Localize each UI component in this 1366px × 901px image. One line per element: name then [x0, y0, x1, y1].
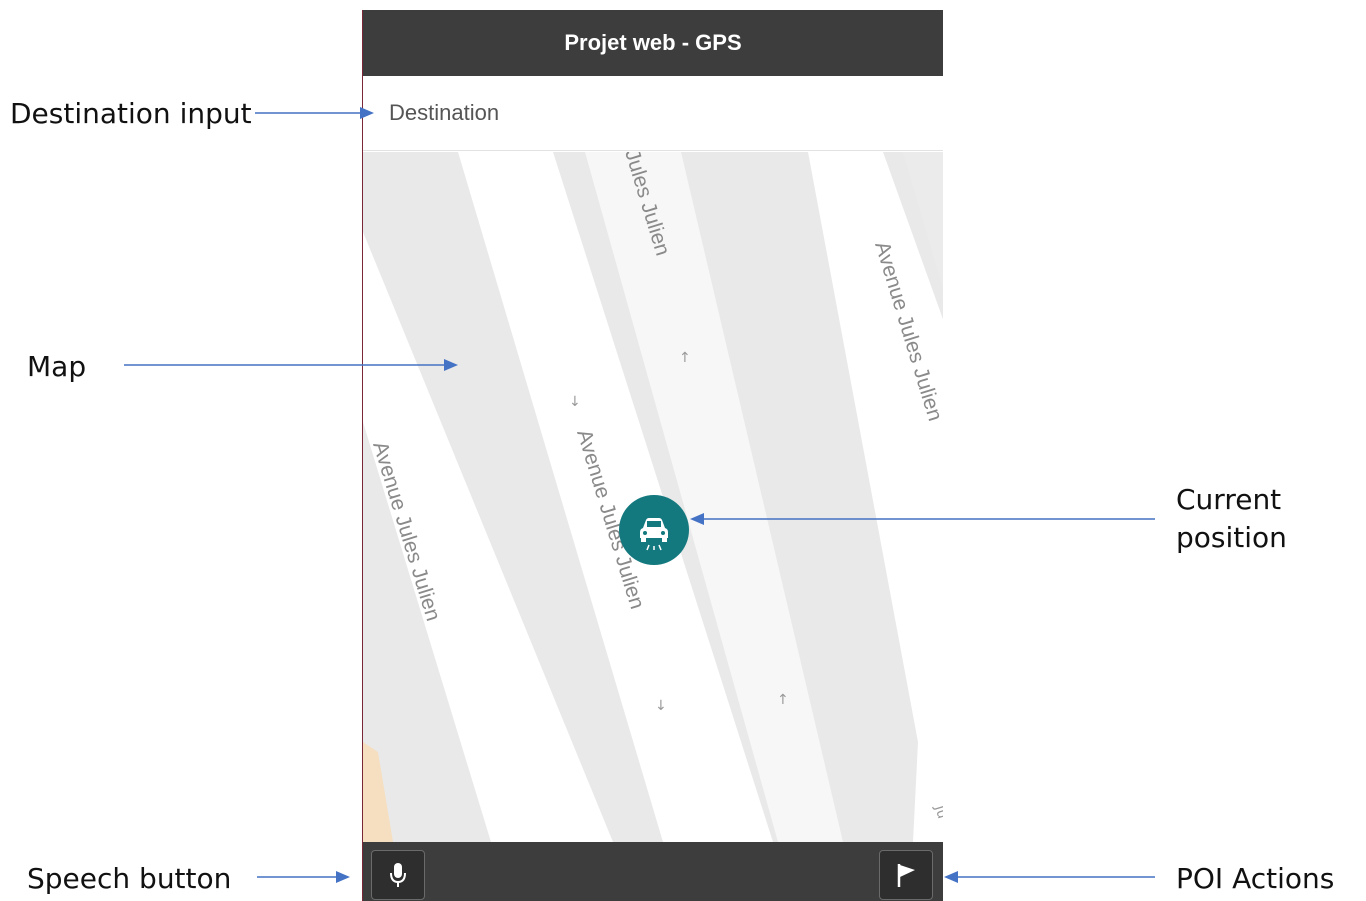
oneway-arrow: ↑ [777, 692, 789, 708]
bottom-toolbar [363, 842, 943, 901]
arrow-head [336, 871, 350, 883]
oneway-arrow: ↓ [569, 394, 581, 410]
screenshot-stage: Projet web - GPS Jules Julien Avenue Jul… [0, 0, 1366, 901]
app-title-bar: Projet web - GPS [363, 10, 943, 76]
map-sand-area [363, 742, 393, 842]
annotation-map: Map [27, 350, 87, 383]
destination-input[interactable] [389, 96, 919, 130]
oneway-arrow: ↓ [655, 698, 667, 714]
annotation-destination-input: Destination input [10, 97, 252, 130]
map[interactable]: Jules Julien Avenue Jules Julien Avenue … [363, 152, 943, 842]
current-position-marker[interactable] [619, 495, 689, 565]
annotation-poi-actions: POI Actions [1176, 862, 1335, 895]
app-title: Projet web - GPS [564, 30, 742, 55]
speech-button[interactable] [371, 850, 425, 900]
gps-app: Projet web - GPS Jules Julien Avenue Jul… [362, 10, 943, 901]
arrow-head [944, 871, 958, 883]
car-icon [640, 518, 668, 551]
destination-bar [363, 76, 943, 151]
microphone-icon [390, 863, 406, 887]
annotation-current-position: Current position [1176, 483, 1287, 554]
poi-actions-button[interactable] [879, 850, 933, 900]
flag-icon [897, 864, 915, 887]
annotation-speech-button: Speech button [27, 862, 232, 895]
oneway-arrow: ↑ [679, 350, 691, 366]
